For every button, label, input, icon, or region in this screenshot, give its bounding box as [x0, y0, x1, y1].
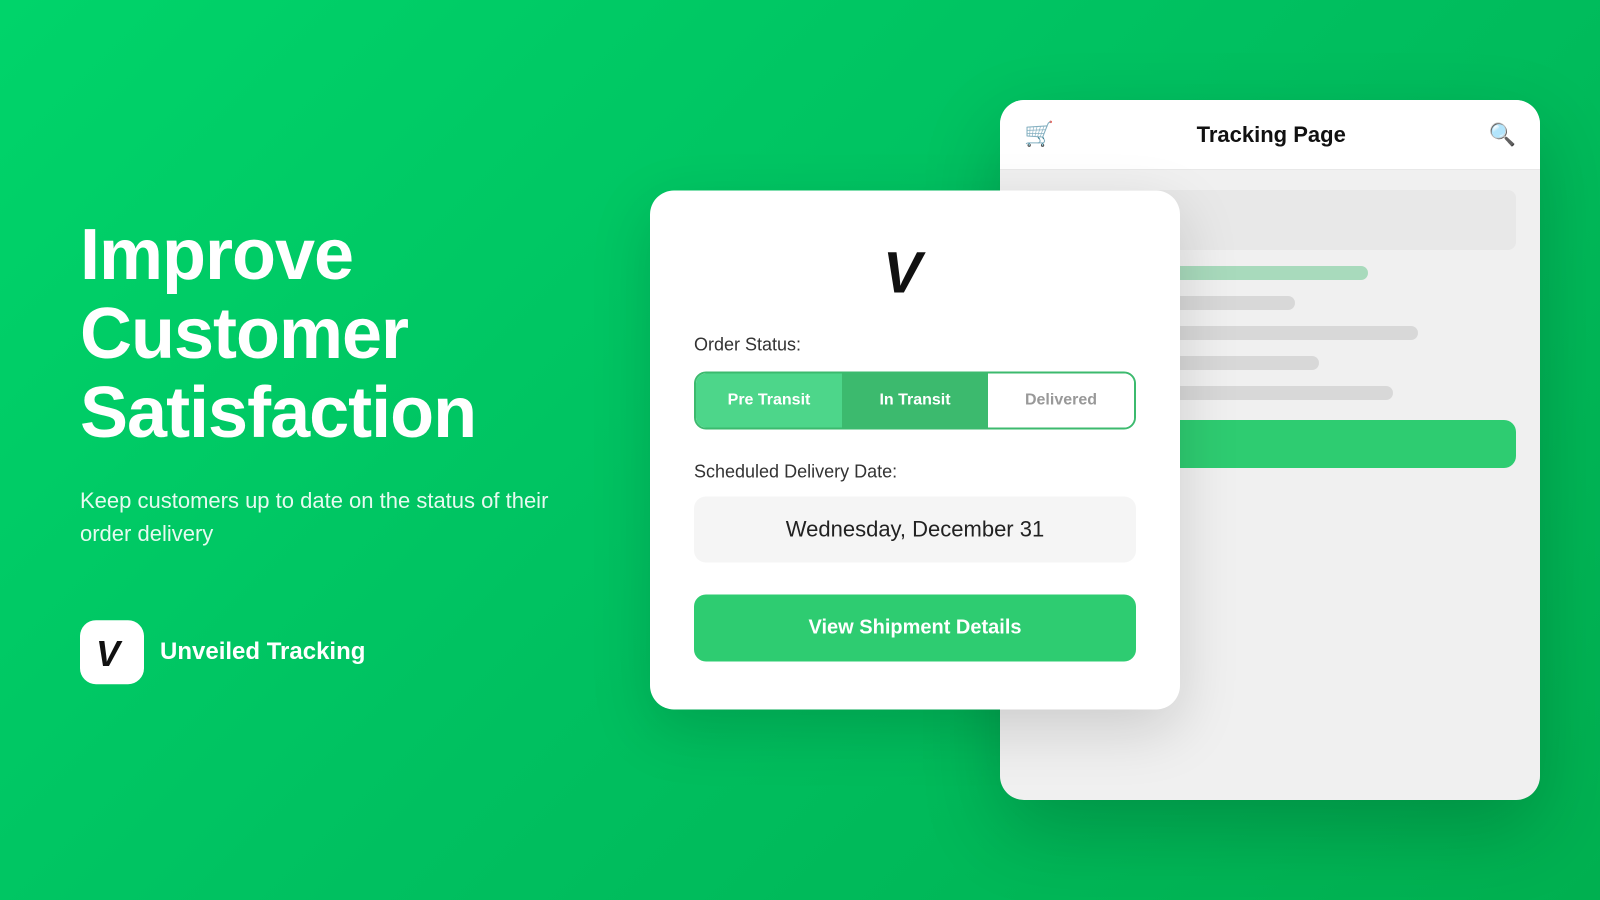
order-status-label: Order Status:	[694, 335, 1136, 356]
brand-badge: V Unveiled Tracking	[80, 620, 580, 684]
delivery-date-label: Scheduled Delivery Date:	[694, 462, 1136, 483]
left-section: Improve Customer Satisfaction Keep custo…	[80, 216, 580, 684]
headline: Improve Customer Satisfaction	[80, 216, 580, 454]
brand-logo: V	[80, 620, 144, 684]
tab-in-transit[interactable]: In Transit	[842, 374, 988, 428]
tab-pre-transit[interactable]: Pre Transit	[696, 374, 842, 428]
view-shipment-button[interactable]: View Shipment Details	[694, 595, 1136, 662]
svg-text:V: V	[883, 241, 926, 299]
delivery-date-box: Wednesday, December 31	[694, 497, 1136, 563]
status-tabs: Pre Transit In Transit Delivered	[694, 372, 1136, 430]
svg-text:V: V	[96, 633, 123, 672]
card-logo-area: V	[694, 239, 1136, 299]
floating-tracking-card: V Order Status: Pre Transit In Transit D…	[650, 191, 1180, 710]
tracking-page-title: Tracking Page	[1197, 122, 1346, 148]
brand-name: Unveiled Tracking	[160, 638, 365, 666]
cart-icon: 🛒	[1024, 120, 1054, 149]
search-icon[interactable]: 🔍	[1489, 122, 1516, 148]
tracking-page-header: 🛒 Tracking Page 🔍	[1000, 100, 1540, 170]
subtitle: Keep customers up to date on the status …	[80, 484, 580, 550]
tab-delivered[interactable]: Delivered	[988, 374, 1134, 428]
